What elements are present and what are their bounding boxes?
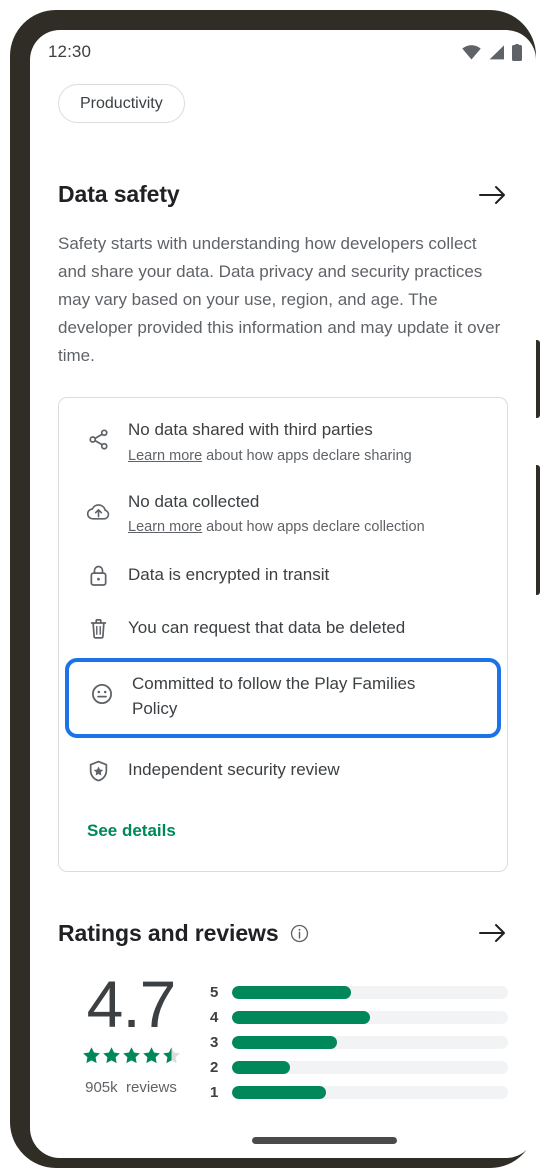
histogram-row-label: 2	[210, 1058, 219, 1076]
ratings-body: 4.7 905k reviews 5 4 3 2 1	[58, 966, 508, 1105]
star-icon	[122, 1047, 140, 1064]
histogram-track	[232, 1035, 508, 1049]
histogram-bar	[232, 1035, 337, 1049]
data-safety-row-request-deletion[interactable]: You can request that data be deleted	[59, 602, 507, 655]
data-safety-row-text: No data shared with third parties Learn …	[115, 418, 485, 467]
status-bar-icons	[462, 43, 522, 61]
histogram-bar	[232, 1010, 370, 1024]
review-count-label: reviews	[126, 1079, 177, 1097]
data-safety-row-encrypted-in-transit[interactable]: Data is encrypted in transit	[59, 549, 507, 602]
row-title: Committed to follow the Play Families Po…	[132, 674, 416, 719]
histogram-row: 2	[210, 1055, 508, 1080]
data-safety-row-independent-security-review[interactable]: Independent security review	[59, 742, 507, 797]
review-count-number: 905k	[85, 1079, 118, 1097]
data-safety-title-wrap: Data safety	[58, 181, 180, 208]
arrow-right-icon[interactable]	[478, 921, 508, 945]
rating-summary: 4.7 905k reviews	[58, 966, 210, 1096]
cloud-upload-icon	[81, 490, 115, 523]
lock-icon	[81, 563, 115, 587]
ratings-histogram: 5 4 3 2 1	[210, 973, 508, 1105]
phone-frame: 12:30 Productivity Data safety Safety st…	[10, 10, 540, 1168]
category-chip-productivity[interactable]: Productivity	[58, 84, 185, 124]
ratings-title: Ratings and reviews	[58, 919, 279, 946]
data-safety-row-text: No data collected Learn more about how a…	[115, 490, 485, 539]
learn-more-rest: about how apps declare collection	[202, 519, 425, 536]
star-icon	[102, 1047, 120, 1064]
row-title: You can request that data be deleted	[128, 617, 406, 637]
scroll-indicator[interactable]	[252, 1137, 397, 1144]
histogram-row: 5	[210, 980, 508, 1005]
star-icon	[82, 1047, 100, 1064]
row-subtitle: Learn more about how apps declare sharin…	[128, 446, 485, 468]
data-safety-row-text: Independent security review	[115, 758, 485, 783]
data-safety-header[interactable]: Data safety	[58, 181, 508, 208]
learn-more-link-sharing[interactable]: Learn more	[128, 448, 202, 464]
ratings-and-reviews-header[interactable]: Ratings and reviews	[58, 920, 508, 947]
histogram-bar	[232, 1085, 326, 1099]
learn-more-link-collection[interactable]: Learn more	[128, 519, 202, 535]
histogram-row-label: 3	[210, 1033, 219, 1051]
data-safety-row-text: Committed to follow the Play Families Po…	[119, 672, 481, 721]
phone-screen: 12:30 Productivity Data safety Safety st…	[30, 30, 536, 1158]
category-chip-row: Productivity	[58, 74, 508, 124]
trash-icon	[81, 616, 115, 640]
signal-icon	[488, 44, 505, 60]
histogram-track	[232, 1085, 508, 1099]
data-safety-row-play-families-policy[interactable]: Committed to follow the Play Families Po…	[65, 658, 501, 738]
rating-stars	[58, 1046, 204, 1065]
status-bar-time: 12:30	[48, 42, 92, 61]
info-icon[interactable]	[290, 924, 309, 943]
histogram-bar	[232, 985, 351, 999]
star-icon	[162, 1047, 180, 1064]
rating-review-count: 905k reviews	[58, 1079, 204, 1096]
wifi-icon	[462, 44, 481, 60]
ratings-title-wrap: Ratings and reviews	[58, 920, 309, 947]
learn-more-rest: about how apps declare sharing	[202, 448, 412, 465]
histogram-track	[232, 1010, 508, 1024]
histogram-row: 1	[210, 1080, 508, 1105]
histogram-track	[232, 1060, 508, 1074]
histogram-row: 4	[210, 1005, 508, 1030]
arrow-right-icon[interactable]	[478, 183, 508, 207]
histogram-row-label: 5	[210, 983, 219, 1001]
screen-content: Productivity Data safety Safety starts w…	[30, 74, 536, 1105]
data-safety-row-text: You can request that data be deleted	[115, 616, 485, 641]
see-details-link[interactable]: See details	[87, 821, 176, 841]
histogram-row: 3	[210, 1030, 508, 1055]
star-icon	[142, 1047, 160, 1064]
histogram-bar	[232, 1060, 290, 1074]
shield-star-icon	[81, 758, 115, 783]
histogram-track	[232, 985, 508, 999]
histogram-row-label: 4	[210, 1008, 219, 1026]
data-safety-row-no-data-collected[interactable]: No data collected Learn more about how a…	[59, 478, 507, 549]
row-title: No data collected	[128, 491, 260, 511]
histogram-row-label: 1	[210, 1083, 219, 1101]
row-title: Data is encrypted in transit	[128, 565, 330, 585]
data-safety-card: No data shared with third parties Learn …	[58, 397, 508, 872]
smiley-face-icon	[85, 672, 119, 706]
row-subtitle: Learn more about how apps declare collec…	[128, 517, 485, 539]
data-safety-description: Safety starts with understanding how dev…	[58, 234, 501, 366]
row-title: No data shared with third parties	[128, 420, 373, 440]
data-safety-row-text: Data is encrypted in transit	[115, 563, 485, 588]
data-safety-row-no-data-shared[interactable]: No data shared with third parties Learn …	[59, 406, 507, 477]
battery-icon	[512, 43, 522, 61]
row-title: Independent security review	[128, 759, 340, 779]
data-safety-title: Data safety	[58, 181, 180, 208]
status-bar: 12:30	[30, 30, 536, 74]
rating-score: 4.7	[86, 966, 177, 1041]
share-icon	[81, 418, 115, 451]
